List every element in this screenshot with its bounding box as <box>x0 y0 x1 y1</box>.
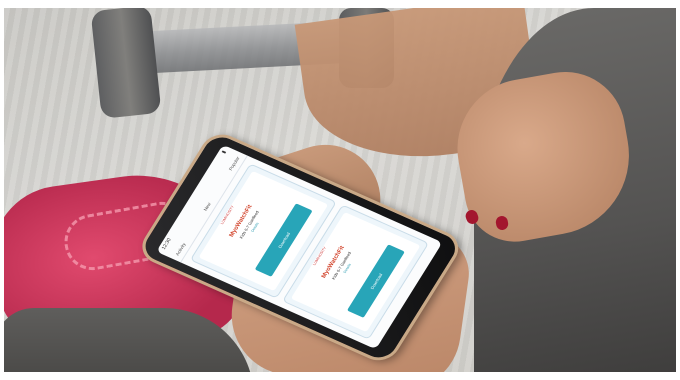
fitness-photo: 12:30 ▮ Activity New Popular LUMINOSITY … <box>4 8 676 372</box>
app-title: Activity <box>174 242 187 257</box>
dumbbell-plate-left <box>90 8 162 119</box>
battery-icon: ▮ <box>220 149 228 155</box>
tab-new[interactable]: New <box>202 202 211 212</box>
image-frame: 12:30 ▮ Activity New Popular LUMINOSITY … <box>0 0 680 380</box>
tab-popular[interactable]: Popular <box>227 156 240 171</box>
